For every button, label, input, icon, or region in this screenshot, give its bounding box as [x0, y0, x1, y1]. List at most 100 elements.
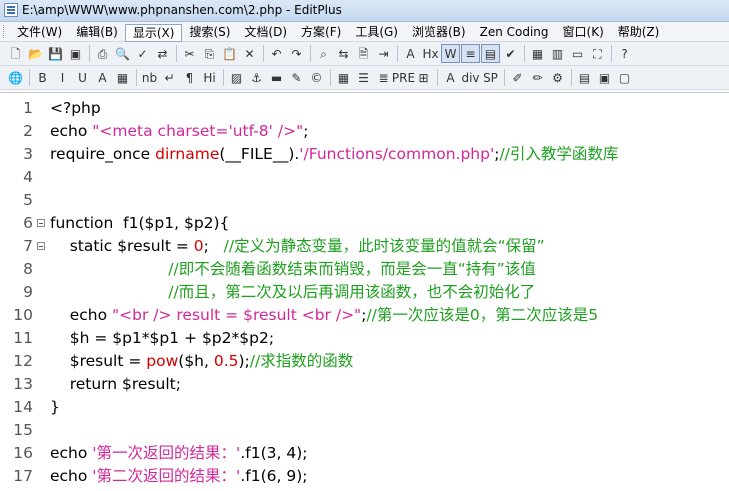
edit-tag-icon[interactable]: ✐ [508, 68, 527, 87]
brush-icon[interactable]: ✏ [528, 68, 547, 87]
code-line[interactable]: 2 echo "<meta charset='utf-8' />"; [0, 120, 729, 143]
code-token: echo [50, 467, 93, 485]
open-folder-icon[interactable]: 📂 [26, 44, 45, 63]
code-line[interactable]: 7 static $result = 0; //定义为静态变量，此时该变量的值就… [0, 235, 729, 258]
line-number: 1 [23, 99, 33, 117]
bold-icon[interactable]: B [33, 68, 52, 87]
menu-item[interactable]: 文件(W) [10, 24, 69, 42]
toolbar-separator [89, 45, 90, 62]
help-pointer-icon[interactable]: ? [615, 44, 634, 63]
delete-icon[interactable]: ✕ [240, 44, 259, 63]
menu-grip-icon[interactable] [3, 25, 7, 38]
hex-icon[interactable]: Hx [421, 44, 440, 63]
menu-item[interactable]: Zen Coding [473, 24, 556, 42]
paste-icon[interactable]: 📋 [220, 44, 239, 63]
print-icon[interactable]: ⎙ [93, 44, 112, 63]
code-token: //而且，第二次及以后再调用该函数，也不会初始化了 [50, 283, 536, 301]
save-icon[interactable]: 💾 [46, 44, 65, 63]
code-line[interactable]: 13 return $result; [0, 373, 729, 396]
color-table-icon[interactable]: ▦ [113, 68, 132, 87]
code-line[interactable]: 1 <?php [0, 97, 729, 120]
fold-toggle-icon[interactable] [37, 219, 45, 227]
image-icon[interactable]: ▨ [227, 68, 246, 87]
code-line[interactable]: 14} [0, 396, 729, 419]
undo-icon[interactable]: ↶ [267, 44, 286, 63]
font-color-icon[interactable]: A [93, 68, 112, 87]
panel-icon[interactable]: ▤ [575, 68, 594, 87]
special-char-icon[interactable]: © [307, 68, 326, 87]
menu-item[interactable]: 工具(G) [348, 24, 405, 42]
find-icon[interactable]: ⌕ [314, 44, 333, 63]
replace-icon[interactable]: ⇆ [334, 44, 353, 63]
browser-icon[interactable]: 🌐 [6, 68, 25, 87]
horizontal-rule-icon[interactable]: ▬ [267, 68, 286, 87]
code-line[interactable]: 16 echo '第一次返回的结果：'.f1(3, 4); [0, 442, 729, 465]
code-line[interactable]: 15 [0, 419, 729, 442]
tools-icon[interactable]: ⚙ [548, 68, 567, 87]
nbsp-icon[interactable]: nb [140, 68, 159, 87]
standard-toolbar: 🗋 📂 💾 ▣ ⎙ 🔍 ✓ ⇄ ✂ ⎘ 📋 ✕ ↶ ↷ ⌕ ⇆ 🗎 ⇥ A Hx W ≡ ▤ ✔ ▦ ▥ ▭ ⛶? [0, 42, 729, 66]
new-file-icon[interactable]: 🗋 [6, 44, 25, 63]
code-line[interactable]: 9 //而且，第二次及以后再调用该函数，也不会初始化了 [0, 281, 729, 304]
line-number-icon[interactable]: ≡ [461, 44, 480, 63]
fold-toggle-icon[interactable] [37, 242, 45, 250]
menu-item[interactable]: 编辑(B) [69, 24, 125, 42]
code-line[interactable]: 5 [0, 189, 729, 212]
code-text: echo "<br /> result = $result <br />";//… [50, 304, 598, 327]
code-line[interactable]: 17 echo '第二次返回的结果：'.f1(6, 9); [0, 465, 729, 488]
code-line[interactable]: 6 function f1($p1, $p2){ [0, 212, 729, 235]
line-number: 2 [23, 122, 33, 140]
code-editor[interactable]: 1 <?php 2 echo "<meta charset='utf-8' />"; 3… [0, 92, 729, 491]
code-line[interactable]: 3 require_once dirname(__FILE__).'/Functi… [0, 143, 729, 166]
spellcheck-icon[interactable]: ✓ [133, 44, 152, 63]
center-icon[interactable]: ≣ [374, 68, 393, 87]
code-line[interactable]: 12 $result = pow($h, 0.5);//求指数的函数 [0, 350, 729, 373]
code-token: //定义为静态变量，此时该变量的值就会“保留” [223, 237, 545, 255]
cliptext-icon[interactable]: ▦ [528, 44, 547, 63]
menu-item[interactable]: 文档(D) [237, 24, 294, 42]
output-window-icon[interactable]: ▭ [568, 44, 587, 63]
italic-icon[interactable]: I [53, 68, 72, 87]
line-break-icon[interactable]: ↵ [160, 68, 179, 87]
cut-icon[interactable]: ✂ [180, 44, 199, 63]
code-line[interactable]: 11 $h = $p1*$p1 + $p2*$p2; [0, 327, 729, 350]
toolbar-separator [504, 69, 505, 86]
underline-icon[interactable]: U [73, 68, 92, 87]
div-icon[interactable]: div [461, 68, 480, 87]
redo-icon[interactable]: ↷ [287, 44, 306, 63]
checkmark-icon[interactable]: ✔ [501, 44, 520, 63]
split-window-icon[interactable]: ▣ [595, 68, 614, 87]
table-icon[interactable]: ▦ [334, 68, 353, 87]
menu-item[interactable]: 搜索(S) [182, 24, 237, 42]
paragraph-icon[interactable]: ¶ [180, 68, 199, 87]
code-line[interactable]: 10 echo "<br /> result = $result <br />"… [0, 304, 729, 327]
word-wrap-icon[interactable]: W [441, 44, 460, 63]
menu-item[interactable]: 方案(F) [294, 24, 348, 42]
directory-icon[interactable]: ▥ [548, 44, 567, 63]
file-transfer-icon[interactable]: ⇄ [153, 44, 172, 63]
comment-icon[interactable]: ✎ [287, 68, 306, 87]
preformat-icon[interactable]: PRE [392, 68, 415, 87]
menu-item[interactable]: 浏览器(B) [405, 24, 473, 42]
window-icon[interactable]: ▢ [615, 68, 634, 87]
html-toolbar-icon[interactable]: A [441, 68, 460, 87]
menu-item[interactable]: 帮助(Z) [611, 24, 667, 42]
span-icon[interactable]: SP [481, 68, 500, 87]
code-line[interactable]: 4 [0, 166, 729, 189]
anchor-icon[interactable]: ⚓ [247, 68, 266, 87]
fullscreen-icon[interactable]: ⛶ [588, 44, 607, 63]
editplus-app-icon[interactable] [4, 3, 18, 17]
menu-item[interactable]: 窗口(K) [556, 24, 611, 42]
html-form-icon[interactable]: ⊞ [414, 68, 433, 87]
goto-line-icon[interactable]: ⇥ [374, 44, 393, 63]
find-in-files-icon[interactable]: 🗎 [354, 44, 373, 63]
menu-item[interactable]: 显示(X) [124, 24, 183, 42]
save-all-icon[interactable]: ▣ [66, 44, 85, 63]
ruler-icon[interactable]: ▤ [481, 44, 500, 63]
copy-icon[interactable]: ⎘ [200, 44, 219, 63]
list-icon[interactable]: ☰ [354, 68, 373, 87]
print-preview-icon[interactable]: 🔍 [113, 44, 132, 63]
font-icon[interactable]: A [401, 44, 420, 63]
code-line[interactable]: 8 //即不会随着函数结束而销毁，而是会一直“持有”该值 [0, 258, 729, 281]
heading-icon[interactable]: Hi [200, 68, 219, 87]
